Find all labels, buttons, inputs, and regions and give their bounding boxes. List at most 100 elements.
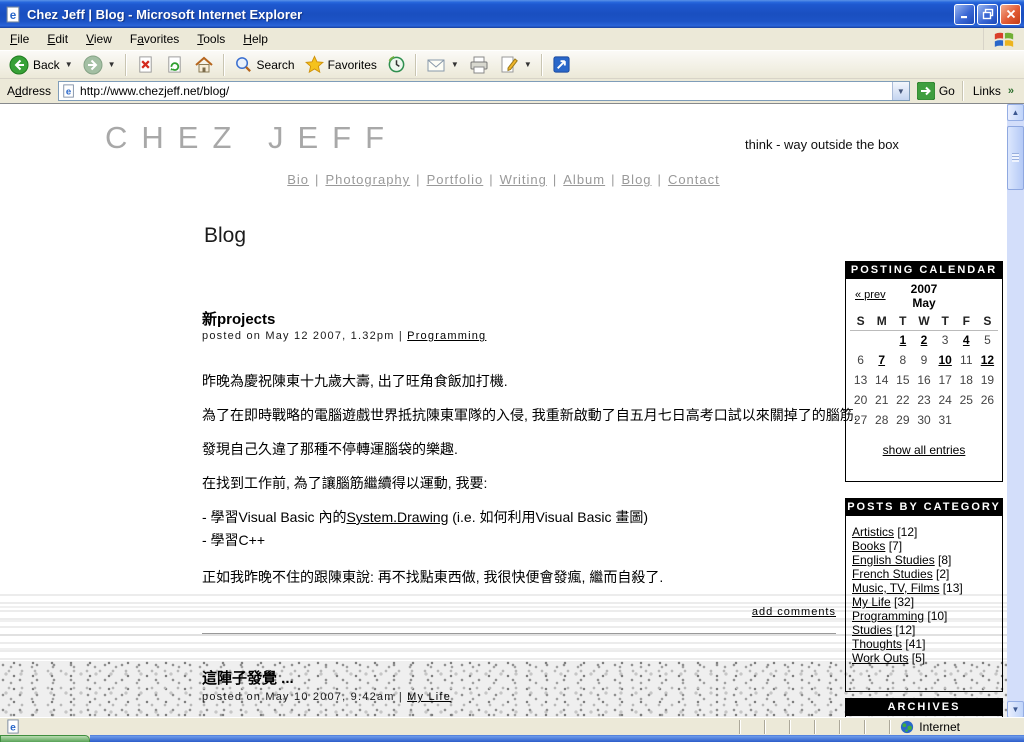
calendar-day-17: 17	[935, 370, 956, 390]
status-bar: e Internet	[0, 717, 1024, 735]
go-button[interactable]: Go	[910, 82, 962, 100]
category-link[interactable]: Programming	[852, 609, 924, 623]
nav-bio[interactable]: Bio	[287, 172, 309, 187]
category-link[interactable]: English Studies	[852, 553, 935, 567]
edit-button[interactable]: ▼	[494, 53, 537, 77]
ie-page-icon: e	[6, 719, 21, 734]
show-all-entries-link[interactable]: show all entries	[883, 443, 966, 457]
menu-tools[interactable]: Tools	[188, 29, 234, 49]
calendar-day-30: 30	[913, 410, 934, 430]
menu-file[interactable]: File	[1, 29, 38, 49]
calendar-day-12[interactable]: 12	[977, 350, 998, 370]
post-paragraph: 為了在即時戰略的電腦遊戲世界抵抗陳東軍隊的入侵, 我重新啟動了自五月七日高考口試…	[202, 408, 847, 422]
site-logo: CHEZ JEFF	[105, 120, 398, 156]
edit-icon	[499, 55, 519, 75]
category-list: Artistics [12]Books [7]English Studies […	[846, 516, 1002, 671]
print-button[interactable]	[464, 53, 494, 77]
calendar-day-1[interactable]: 1	[892, 330, 913, 350]
post-category-link[interactable]: Programming	[407, 330, 486, 342]
history-button[interactable]	[382, 53, 411, 76]
category-link[interactable]: Books	[852, 539, 885, 553]
menu-view[interactable]: View	[77, 29, 121, 49]
calendar-day-28: 28	[871, 410, 892, 430]
system-drawing-link[interactable]: System.Drawing	[346, 509, 448, 525]
calendar-day-4[interactable]: 4	[956, 330, 977, 350]
posts-by-category-box: POSTS BY CATEGORY Artistics [12] Books [7…	[845, 498, 1003, 692]
nav-portfolio[interactable]: Portfolio	[427, 172, 484, 187]
site-nav: Bio|Photography|Portfolio|Writing|Album|…	[0, 172, 1007, 187]
svg-text:e: e	[10, 722, 16, 733]
category-item: Work Outs [5]	[852, 651, 996, 665]
links-chevron-icon[interactable]: »	[1008, 85, 1013, 97]
calendar-weekday-row: SMTWTFS	[850, 312, 998, 330]
forward-dropdown-icon[interactable]: ▼	[107, 61, 116, 69]
calendar-day-23: 23	[913, 390, 934, 410]
category-link[interactable]: Studies	[852, 623, 892, 637]
forward-button[interactable]: ▼	[78, 53, 121, 77]
home-button[interactable]	[189, 53, 219, 77]
menu-help[interactable]: Help	[234, 29, 277, 49]
calendar-day-6: 6	[850, 350, 871, 370]
search-icon	[234, 55, 253, 74]
edit-dropdown-icon[interactable]: ▼	[523, 61, 532, 69]
calendar-day-27: 27	[850, 410, 871, 430]
add-comments-link[interactable]: add comments	[752, 606, 836, 618]
posts-by-category-header: POSTS BY CATEGORY	[846, 499, 1002, 516]
category-link[interactable]: My Life	[852, 595, 891, 609]
refresh-button[interactable]	[160, 53, 189, 76]
category-link[interactable]: French Studies	[852, 567, 933, 581]
messenger-button[interactable]	[547, 53, 576, 76]
address-input[interactable]	[80, 84, 892, 98]
category-link[interactable]: Music, TV, Films	[852, 581, 939, 595]
calendar-day-24: 24	[935, 390, 956, 410]
calendar-prev-link[interactable]: « prev	[855, 289, 886, 301]
vertical-scrollbar[interactable]: ▲ ▼	[1007, 104, 1024, 717]
mail-dropdown-icon[interactable]: ▼	[450, 61, 459, 69]
calendar-day-10[interactable]: 10	[935, 350, 956, 370]
mail-button[interactable]: ▼	[421, 53, 464, 77]
search-button[interactable]: Search	[229, 53, 300, 76]
mail-icon	[426, 55, 446, 75]
nav-blog[interactable]: Blog	[622, 172, 652, 187]
calendar-day-2[interactable]: 2	[913, 330, 934, 350]
address-dropdown-button[interactable]: ▼	[892, 82, 909, 100]
back-button[interactable]: Back ▼	[4, 53, 78, 77]
post-list-item: - 學習C++	[202, 533, 847, 547]
category-link[interactable]: Artistics	[852, 525, 894, 539]
post-paragraph: 正如我昨晚不住的跟陳東說: 再不找點東西做, 我很快便會發瘋, 繼而自殺了.	[202, 570, 847, 584]
calendar-day-22: 22	[892, 390, 913, 410]
post-category-link[interactable]: My Life	[407, 691, 451, 703]
nav-contact[interactable]: Contact	[668, 172, 720, 187]
scroll-down-button[interactable]: ▼	[1007, 701, 1024, 717]
nav-writing[interactable]: Writing	[500, 172, 547, 187]
svg-text:e: e	[10, 8, 17, 21]
minimize-button[interactable]	[954, 4, 975, 25]
category-link[interactable]: Work Outs	[852, 651, 908, 665]
stop-button[interactable]	[131, 53, 160, 76]
start-button[interactable]	[0, 735, 90, 742]
nav-separator: |	[309, 172, 325, 187]
restore-button[interactable]	[977, 4, 998, 25]
favorites-button[interactable]: Favorites	[300, 53, 382, 76]
menu-favorites[interactable]: Favorites	[121, 29, 188, 49]
favorites-star-icon	[305, 55, 324, 74]
nav-photography[interactable]: Photography	[325, 172, 410, 187]
menu-edit[interactable]: Edit	[38, 29, 77, 49]
nav-album[interactable]: Album	[563, 172, 605, 187]
toolbar-separator	[223, 54, 225, 76]
calendar-day-7[interactable]: 7	[871, 350, 892, 370]
close-button[interactable]	[1000, 4, 1021, 25]
calendar-day-29: 29	[892, 410, 913, 430]
status-pane	[789, 720, 814, 734]
back-dropdown-icon[interactable]: ▼	[64, 61, 73, 69]
category-count: [7]	[885, 539, 902, 553]
taskbar[interactable]	[90, 735, 1024, 742]
category-link[interactable]: Thoughts	[852, 637, 902, 651]
calendar-day-14: 14	[871, 370, 892, 390]
scroll-up-button[interactable]: ▲	[1007, 104, 1024, 121]
category-count: [12]	[894, 525, 917, 539]
scrollbar-thumb[interactable]	[1007, 126, 1024, 190]
calendar-week-row: 20212223242526	[850, 390, 998, 410]
calendar-day-26: 26	[977, 390, 998, 410]
links-toolbar[interactable]: Links »	[962, 81, 1020, 101]
